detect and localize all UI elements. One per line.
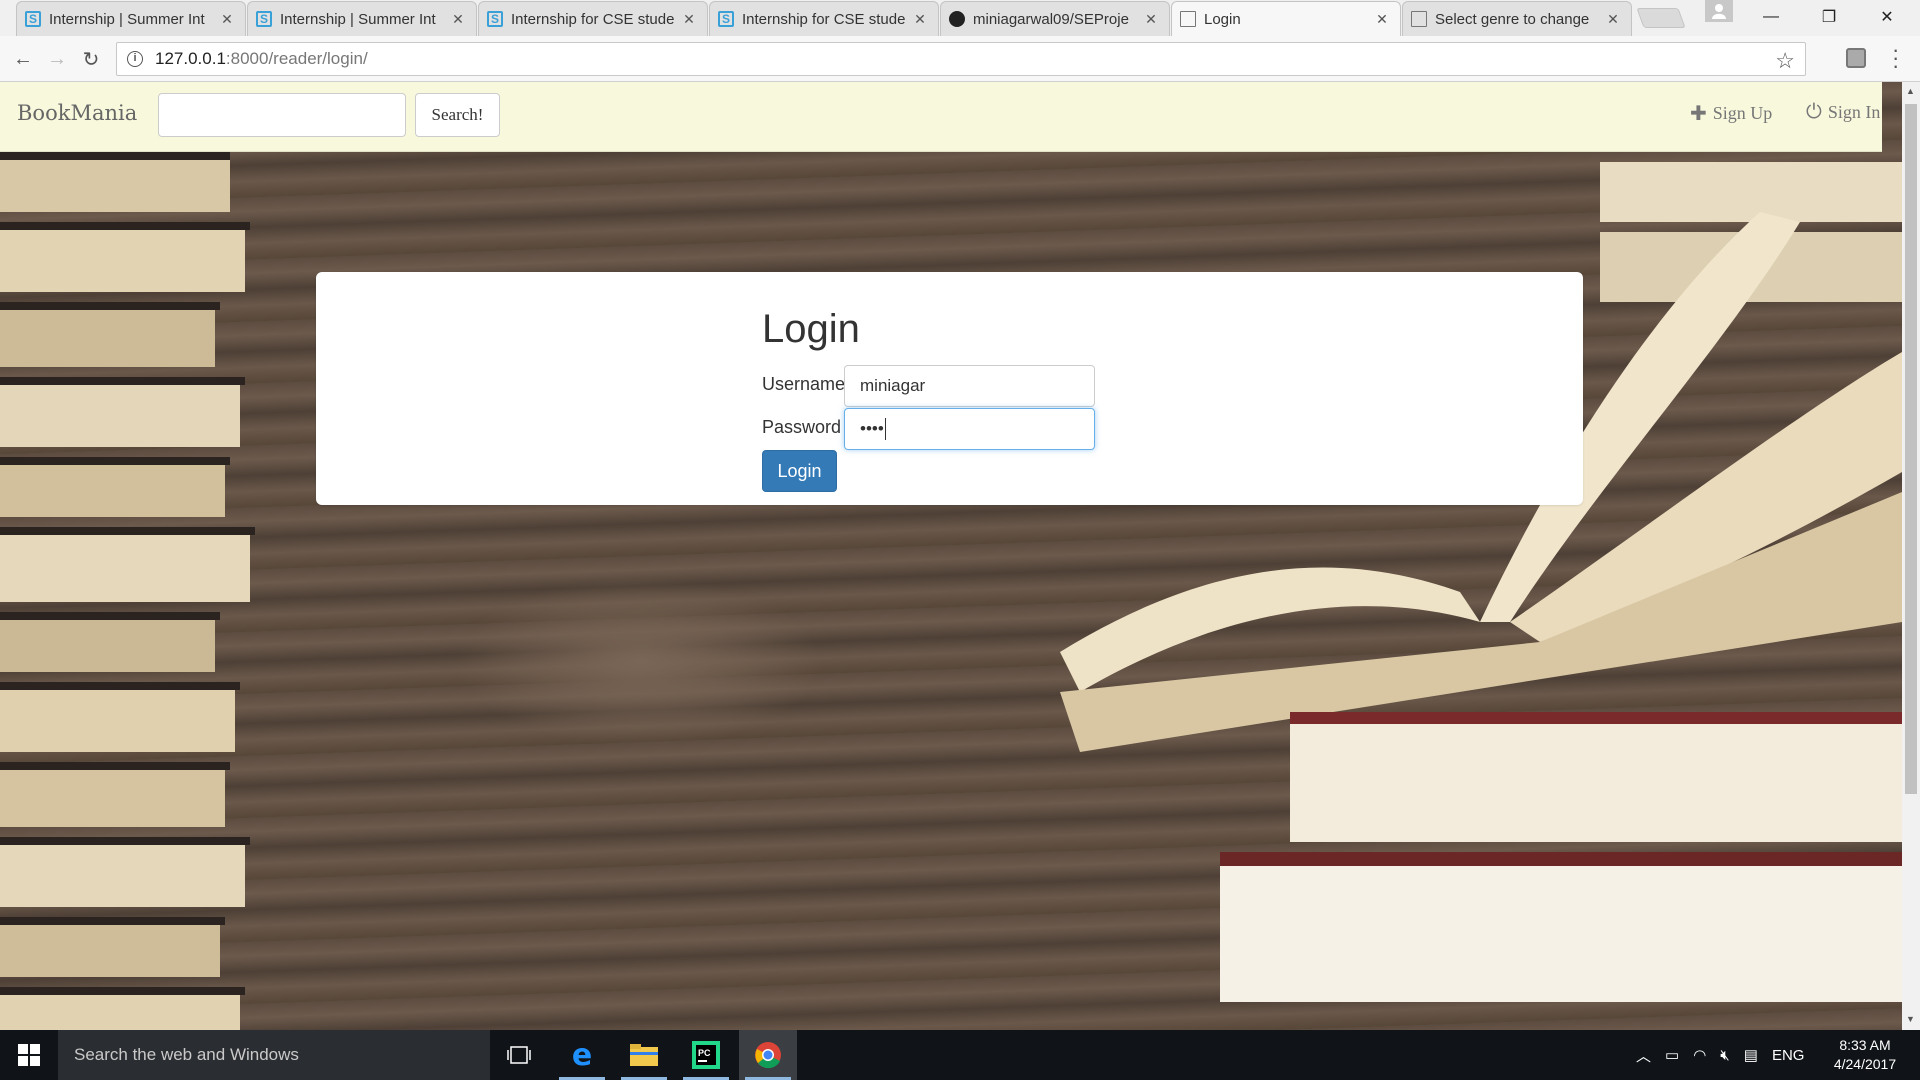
address-bar[interactable]: i 127.0.0.1:8000/reader/login/ ☆ <box>116 42 1806 76</box>
language-indicator[interactable]: ENG <box>1772 1047 1805 1064</box>
search-button[interactable]: Search! <box>415 93 500 137</box>
browser-tab[interactable]: S Internship for CSE stude ✕ <box>709 1 939 36</box>
scrollbar-thumb[interactable] <box>1905 104 1917 794</box>
profile-button[interactable] <box>1705 0 1733 22</box>
document-icon <box>1411 11 1427 27</box>
books-background-left <box>0 152 255 1030</box>
browser-tab-active[interactable]: Login ✕ <box>1171 1 1401 36</box>
taskbar-clock[interactable]: 8:33 AM 4/24/2017 <box>1820 1036 1910 1074</box>
site-navbar: BookMania Search! ✚ Sign Up ⏻ Sign In <box>0 82 1882 152</box>
password-value: •••• <box>860 419 884 438</box>
user-icon <box>1712 4 1726 19</box>
close-icon[interactable]: ✕ <box>1374 11 1390 28</box>
sign-in-label: Sign In <box>1827 102 1881 122</box>
url-host: 127.0.0.1 <box>155 49 226 68</box>
browser-tab[interactable]: S Internship | Summer Int ✕ <box>247 1 477 36</box>
back-button[interactable]: ← <box>10 46 36 72</box>
tab-title: Login <box>1204 10 1241 28</box>
taskbar-search-box[interactable]: Search the web and Windows <box>58 1030 490 1080</box>
start-button[interactable] <box>0 1030 58 1080</box>
scroll-up-icon[interactable]: ▲ <box>1906 86 1915 96</box>
document-icon <box>1180 11 1196 27</box>
browser-menu-icon[interactable]: · · · <box>1892 39 1899 77</box>
tab-title: Internship | Summer Int <box>280 10 436 28</box>
reload-button[interactable]: ↻ <box>78 46 104 72</box>
taskbar-search-text: Search the web and Windows <box>74 1045 299 1064</box>
folder-icon <box>630 1044 658 1066</box>
plus-icon: ✚ <box>1690 103 1707 125</box>
forward-button[interactable]: → <box>44 46 70 72</box>
github-icon <box>949 11 965 27</box>
edge-icon: e <box>571 1037 593 1073</box>
taskbar-pycharm[interactable]: PC <box>677 1030 735 1080</box>
login-panel: Login Username miniagar Password •••• Lo… <box>316 272 1583 505</box>
notification-icon[interactable]: ▤ <box>1744 1046 1758 1064</box>
wifi-icon[interactable]: ◠ <box>1693 1046 1706 1064</box>
login-button[interactable]: Login <box>762 450 837 492</box>
tab-title: Internship | Summer Int <box>49 10 205 28</box>
chevron-up-icon[interactable]: ︿ <box>1636 1045 1651 1066</box>
info-icon[interactable]: i <box>127 51 143 67</box>
system-tray: ︿ ▭ ◠ 🔇︎ ▤ ENG <box>1636 1030 1804 1080</box>
new-tab-button[interactable] <box>1636 8 1686 28</box>
power-icon: ⏻ <box>1806 101 1822 123</box>
svg-text:PC: PC <box>698 1048 711 1058</box>
username-field[interactable]: miniagar <box>844 365 1095 407</box>
battery-icon[interactable]: ▭ <box>1665 1046 1679 1064</box>
password-label: Password <box>762 417 842 437</box>
restore-button[interactable]: ❐ <box>1800 0 1858 34</box>
task-view-icon <box>507 1046 531 1064</box>
username-value: miniagar <box>860 376 926 395</box>
page-scrollbar[interactable]: ▲ ▼ <box>1902 82 1920 1030</box>
sign-in-link[interactable]: ⏻ Sign In <box>1806 101 1880 124</box>
close-window-button[interactable]: ✕ <box>1858 0 1916 34</box>
windows-taskbar: Search the web and Windows e PC ︿ ▭ ◠ 🔇︎… <box>0 1030 1920 1080</box>
extension-icon[interactable] <box>1846 48 1866 68</box>
taskbar-edge[interactable]: e <box>553 1030 611 1080</box>
taskbar-file-explorer[interactable] <box>615 1030 673 1080</box>
sign-up-link[interactable]: ✚ Sign Up <box>1690 101 1772 126</box>
browser-tab[interactable]: S Internship | Summer Int ✕ <box>16 1 246 36</box>
clock-date: 4/24/2017 <box>1833 1056 1897 1072</box>
pycharm-icon: PC <box>692 1041 720 1069</box>
tab-title: Internship for CSE stude <box>742 10 906 28</box>
task-view-button[interactable] <box>490 1030 548 1080</box>
tab-title: Internship for CSE stude <box>511 10 675 28</box>
close-icon[interactable]: ✕ <box>450 11 466 28</box>
url-path: :8000/reader/login/ <box>225 49 368 68</box>
bookmark-star-icon[interactable]: ☆ <box>1775 48 1795 74</box>
internshala-icon: S <box>256 11 272 27</box>
url-text: 127.0.0.1:8000/reader/login/ <box>155 49 368 69</box>
close-icon[interactable]: ✕ <box>681 11 697 28</box>
page-viewport: BookMania Search! ✚ Sign Up ⏻ Sign In Lo… <box>0 82 1902 1030</box>
brand-logo[interactable]: BookMania <box>17 101 137 125</box>
internshala-icon: S <box>487 11 503 27</box>
text-caret <box>884 418 886 440</box>
browser-tab[interactable]: miniagarwal09/SEProje ✕ <box>940 1 1170 36</box>
chrome-icon <box>755 1042 781 1069</box>
windows-logo-icon <box>18 1044 40 1066</box>
scroll-down-icon[interactable]: ▼ <box>1906 1014 1915 1024</box>
clock-time: 8:33 AM <box>1839 1037 1891 1053</box>
browser-tab[interactable]: S Internship for CSE stude ✕ <box>478 1 708 36</box>
browser-tab-strip: S Internship | Summer Int ✕ S Internship… <box>0 0 1920 36</box>
tab-title: miniagarwal09/SEProje <box>973 10 1129 28</box>
sign-up-label: Sign Up <box>1712 103 1773 123</box>
close-icon[interactable]: ✕ <box>219 11 235 28</box>
internshala-icon: S <box>718 11 734 27</box>
page-title: Login <box>762 307 860 351</box>
volume-muted-icon[interactable]: 🔇︎ <box>1720 1047 1729 1064</box>
browser-tab[interactable]: Select genre to change ✕ <box>1402 1 1632 36</box>
close-icon[interactable]: ✕ <box>1143 11 1159 28</box>
taskbar-chrome[interactable] <box>739 1030 797 1080</box>
tab-title: Select genre to change <box>1435 10 1590 28</box>
close-icon[interactable]: ✕ <box>1605 11 1621 28</box>
internshala-icon: S <box>25 11 41 27</box>
username-label: Username <box>762 374 846 394</box>
close-icon[interactable]: ✕ <box>912 11 928 28</box>
minimize-button[interactable]: — <box>1742 0 1800 34</box>
search-input[interactable] <box>158 93 406 137</box>
password-field[interactable]: •••• <box>844 408 1095 450</box>
browser-toolbar: ← → ↻ i 127.0.0.1:8000/reader/login/ ☆ ·… <box>0 36 1920 82</box>
